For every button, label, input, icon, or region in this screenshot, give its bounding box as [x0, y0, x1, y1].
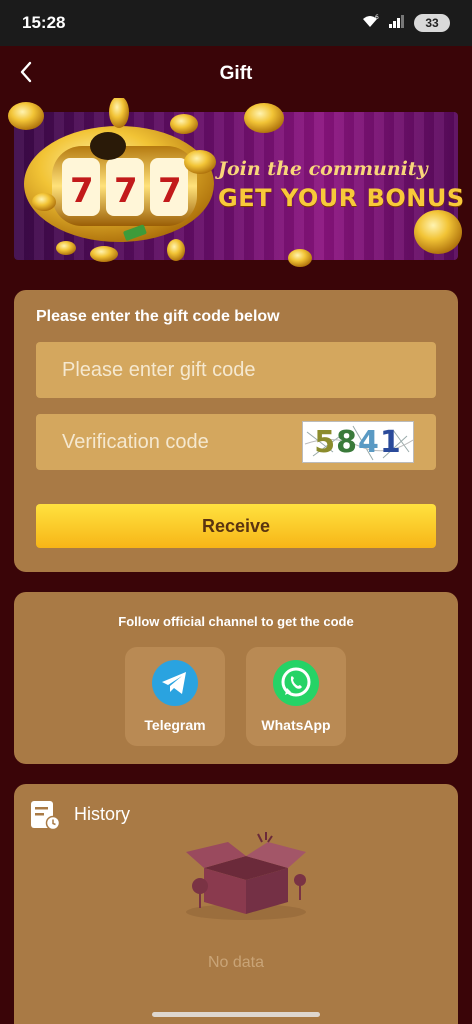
gift-code-input[interactable]	[36, 342, 436, 398]
svg-text:7: 7	[70, 171, 94, 211]
battery-icon: 33	[414, 14, 450, 32]
telegram-icon	[151, 659, 199, 707]
svg-text:6: 6	[375, 14, 379, 21]
history-title: History	[74, 804, 131, 824]
chevron-left-icon	[19, 61, 33, 88]
captcha-text: 5841	[314, 424, 402, 460]
svg-text:7: 7	[158, 171, 182, 211]
status-bar: 15:28 6 33	[0, 0, 472, 46]
whatsapp-label: WhatsApp	[261, 717, 331, 733]
telegram-label: Telegram	[144, 717, 206, 733]
banner-subheadline: GET YOUR BONUS	[218, 184, 465, 212]
whatsapp-icon	[272, 659, 320, 707]
home-indicator[interactable]	[152, 1012, 320, 1017]
gift-code-label: Please enter the gift code below	[36, 308, 280, 325]
history-document-icon	[30, 800, 61, 831]
follow-channel-label: Follow official channel to get the code	[118, 614, 354, 629]
verification-field[interactable]: 5841	[36, 414, 436, 470]
receive-button[interactable]: Receive	[36, 504, 436, 548]
page-title: Gift	[219, 63, 253, 84]
telegram-button[interactable]: Telegram	[125, 647, 225, 746]
banner-headline: Join the community	[218, 158, 428, 180]
signal-icon	[388, 14, 406, 33]
status-time: 15:28	[22, 13, 66, 32]
status-icons: 6 33	[360, 13, 450, 34]
back-button[interactable]	[14, 60, 38, 88]
slot-machine-icon: 7 7 7	[8, 98, 462, 267]
promo-banner[interactable]: 7 7 7 Join the community GET YOUR BONUS	[8, 98, 464, 267]
empty-box-icon	[186, 832, 306, 920]
empty-state-text: No data	[207, 954, 265, 971]
gift-code-field[interactable]	[36, 342, 436, 398]
wifi-icon: 6	[360, 13, 380, 34]
follow-channel-card: Follow official channel to get the code …	[14, 592, 458, 764]
history-card: History No data	[14, 784, 458, 1024]
gift-code-card: Please enter the gift code below 5841 Re…	[14, 290, 458, 572]
captcha-image[interactable]: 5841	[302, 421, 414, 463]
svg-text:7: 7	[114, 171, 138, 211]
whatsapp-button[interactable]: WhatsApp	[246, 647, 346, 746]
header: Gift	[0, 46, 472, 102]
